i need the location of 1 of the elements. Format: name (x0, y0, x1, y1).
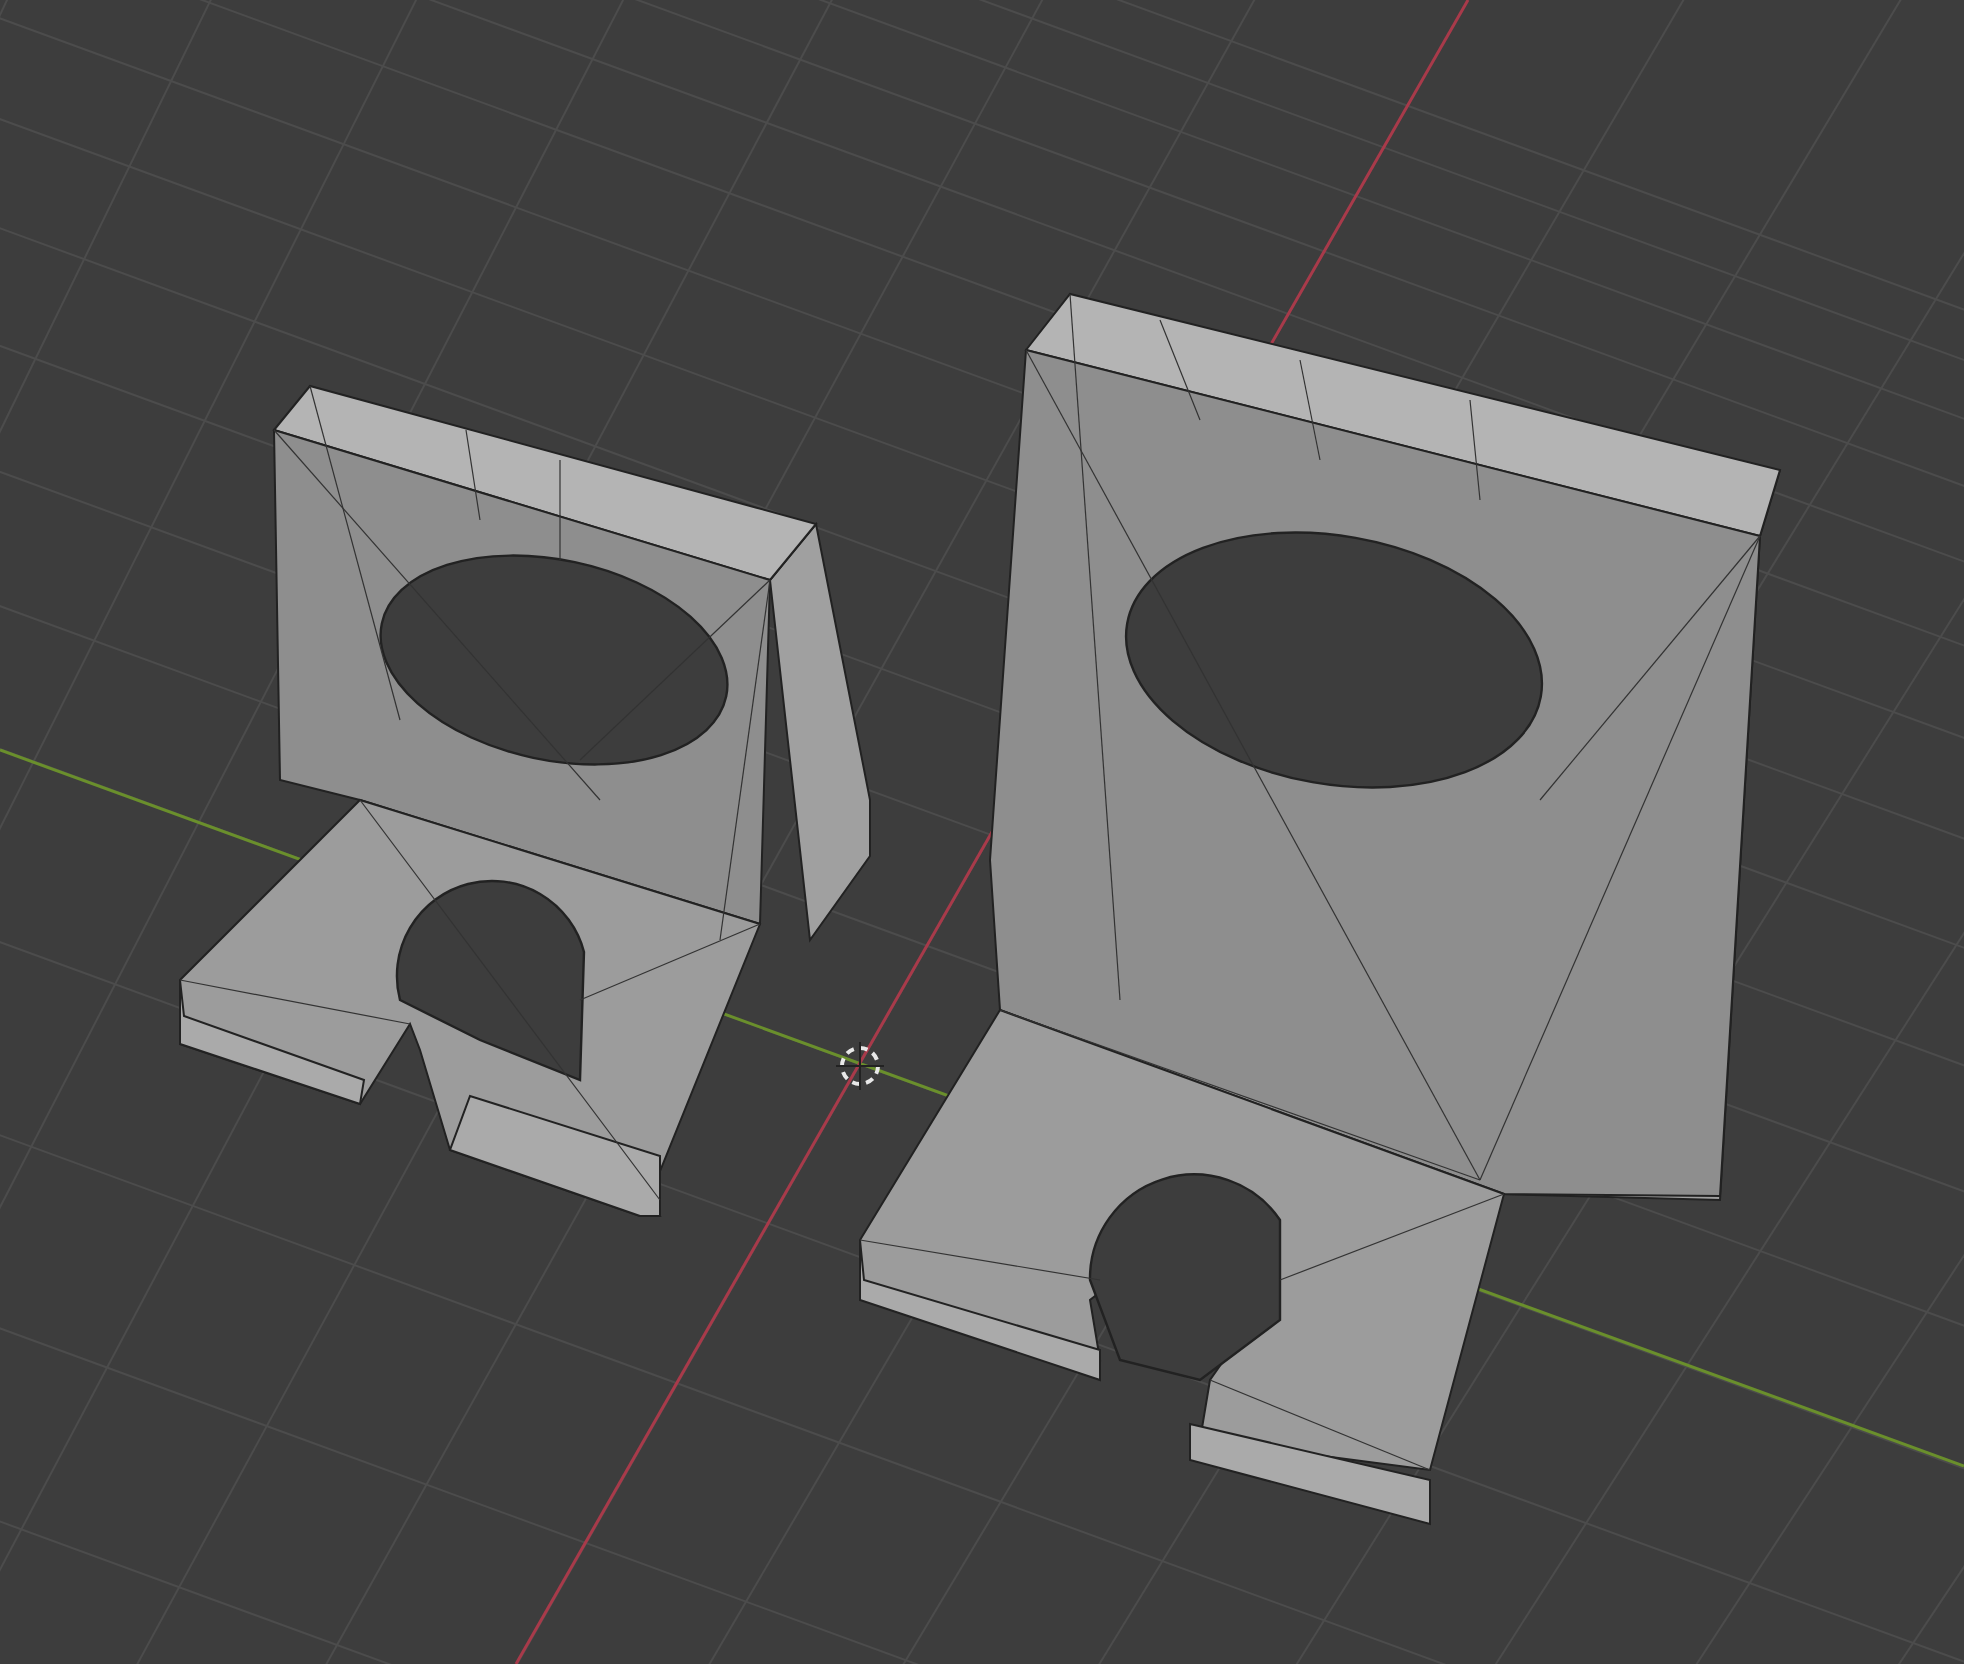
3d-cursor-icon[interactable] (835, 1041, 885, 1091)
